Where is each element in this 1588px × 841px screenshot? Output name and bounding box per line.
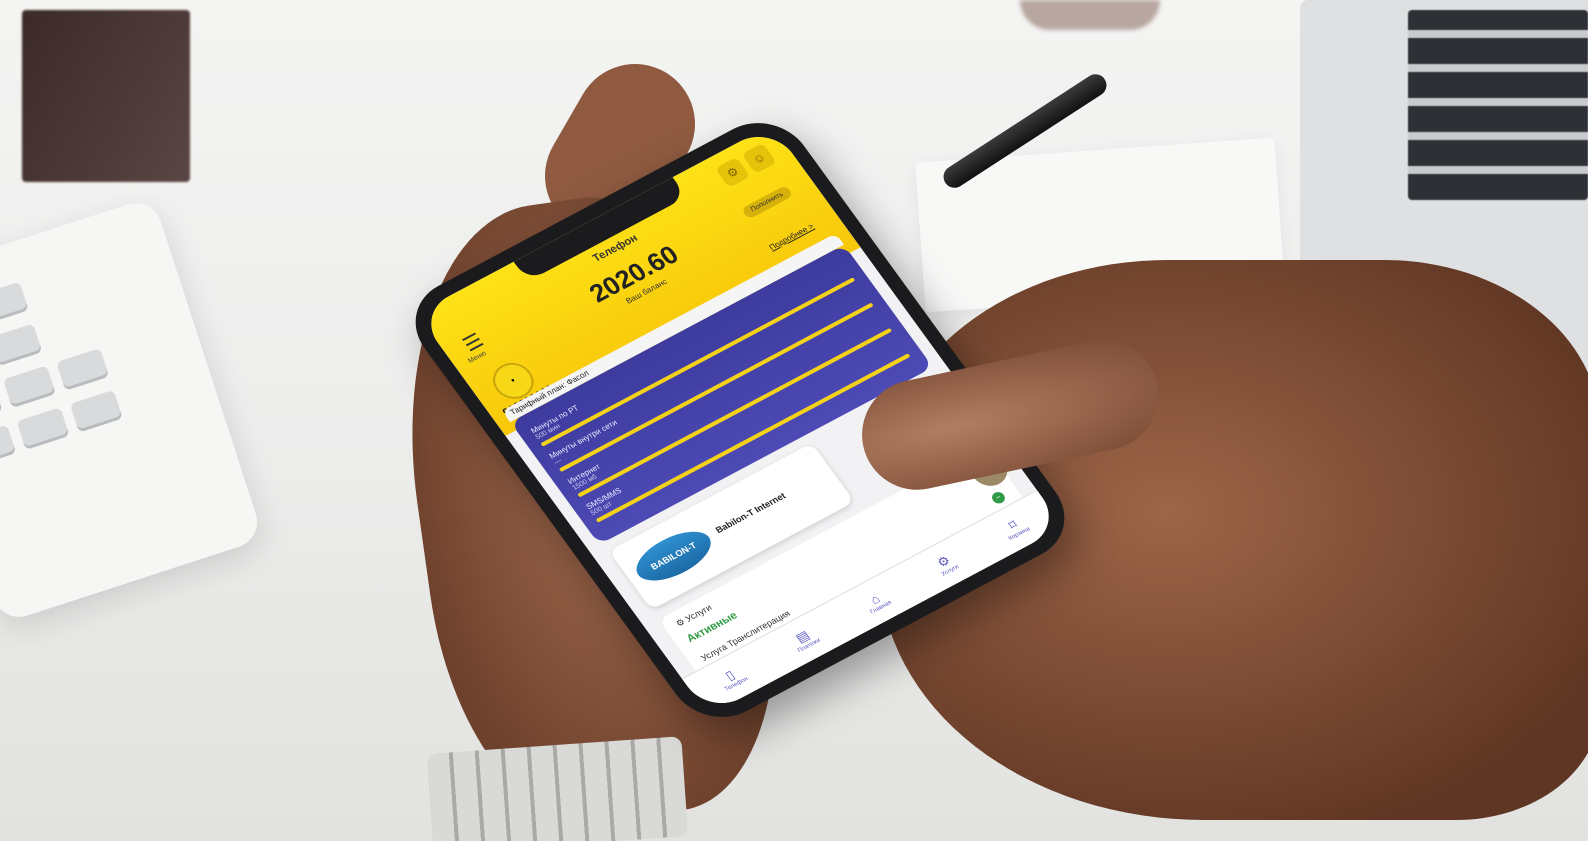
- tab-services[interactable]: ⚙ Услуги: [931, 551, 960, 578]
- tab-basket[interactable]: ⌑ Корзина: [998, 513, 1031, 542]
- tab-home[interactable]: ⌂ Главная: [860, 587, 893, 615]
- background-calculator: [0, 196, 264, 624]
- wristwatch: [426, 736, 689, 841]
- tab-phone[interactable]: ▯ Телефон: [714, 663, 749, 692]
- services-header-label: Услуги: [683, 602, 714, 624]
- minus-icon[interactable]: −: [989, 490, 1008, 506]
- promo-name: Babilon-T Internet: [713, 490, 788, 536]
- background-box: [22, 10, 190, 182]
- background-cup: [1020, 0, 1160, 30]
- tab-payments[interactable]: ▤ Платежи: [787, 625, 822, 654]
- laptop-keyboard: [1408, 10, 1588, 200]
- photo-scene: ☰ Меню ⚙ ☺ Телефон 2020.60 Ваш баланс По…: [0, 0, 1588, 841]
- babilon-logo: BABILON-T: [627, 521, 721, 591]
